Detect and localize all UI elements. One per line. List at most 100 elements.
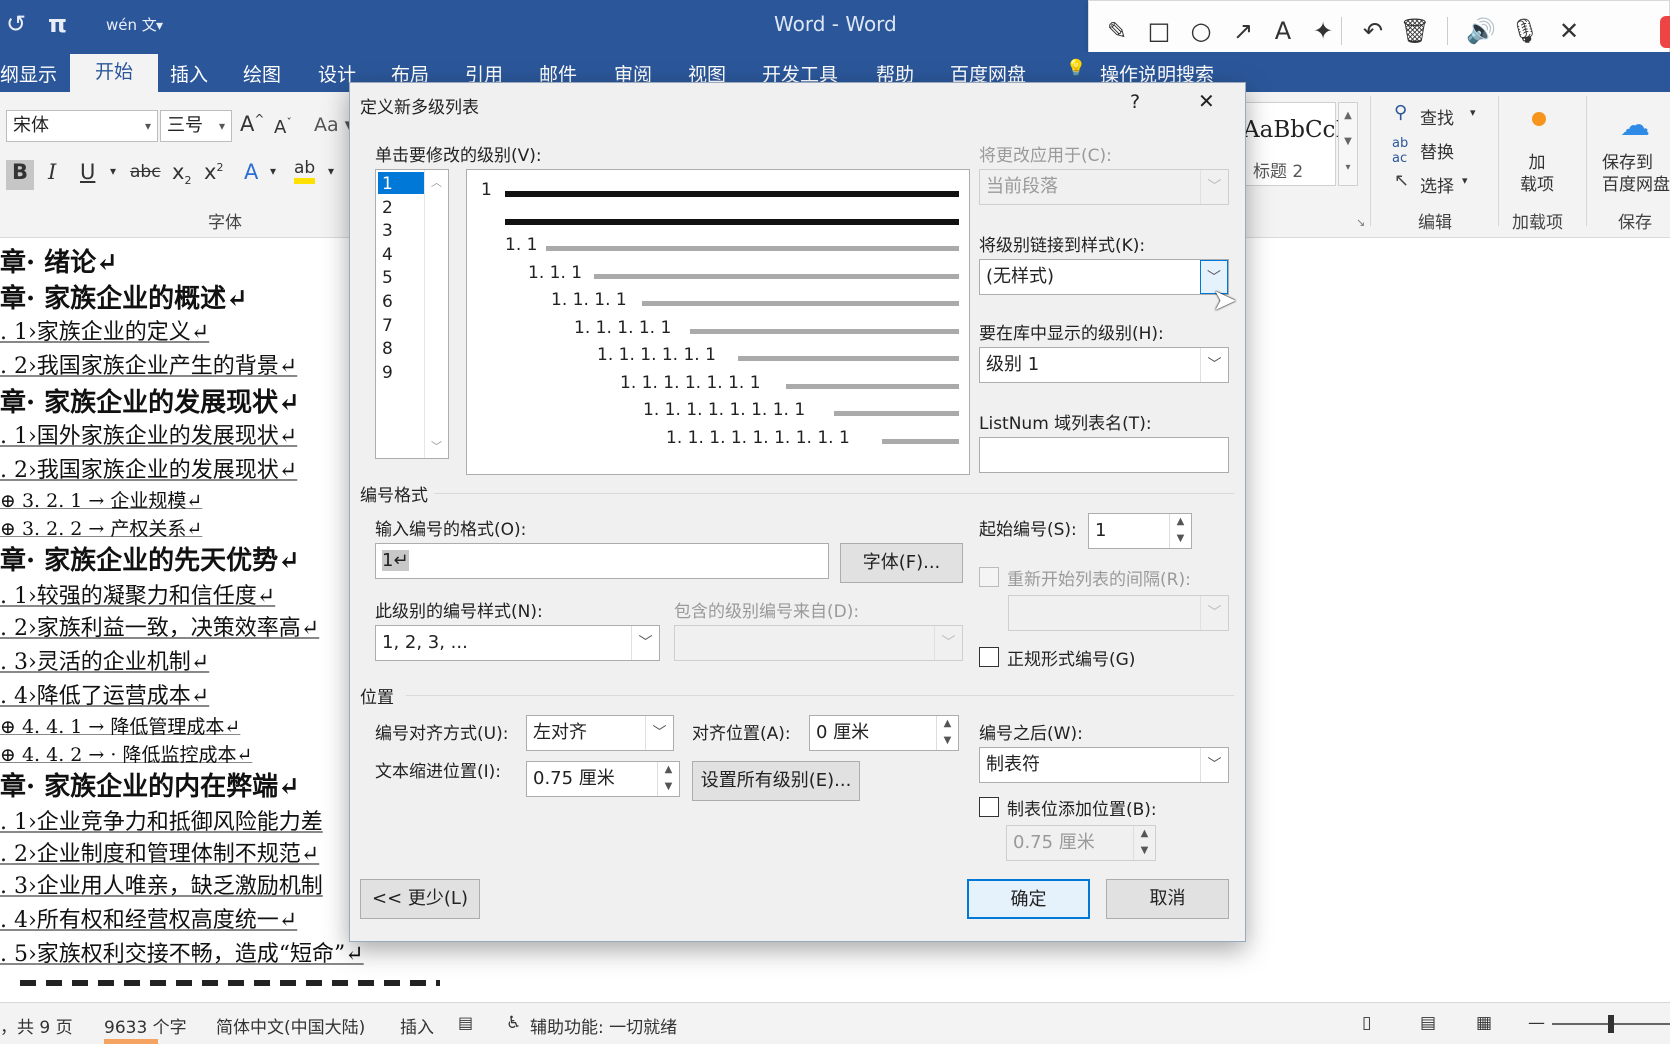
chapter-heading[interactable]: 章· 家族企业的发展现状↵	[0, 382, 300, 419]
page-count[interactable]: ，共 9 页	[0, 1013, 73, 1038]
section-heading[interactable]: . 2›企业制度和管理体制不规范↵	[0, 836, 319, 868]
level-item[interactable]: 2	[382, 198, 393, 218]
replace-icon[interactable]: ab ac	[1392, 136, 1408, 166]
spin-down-icon[interactable]: ▼	[937, 733, 958, 750]
zoom-slider-thumb[interactable]	[1608, 1015, 1614, 1033]
addins-button[interactable]: 加 载项	[1520, 152, 1554, 196]
listnum-input[interactable]	[979, 437, 1229, 473]
style-gallery-scroll[interactable]: ▲ ▼ ▾	[1338, 102, 1358, 186]
arrow-icon[interactable]: ↗	[1227, 15, 1259, 47]
accessibility-status[interactable]: 辅助功能: 一切就绪	[530, 1013, 677, 1038]
select-button[interactable]: 选择	[1420, 172, 1454, 197]
cancel-button[interactable]: 取消	[1106, 879, 1229, 919]
grow-font-icon[interactable]: A^	[240, 112, 264, 136]
lightbulb-icon[interactable]: 💡	[1066, 58, 1086, 77]
level-item[interactable]: 7	[382, 316, 393, 336]
undo-icon[interactable]: ↶	[1357, 15, 1389, 47]
chevron-down-icon[interactable]: ▾	[145, 111, 151, 141]
italic-icon[interactable]: I	[48, 160, 56, 184]
equation-icon[interactable]: π	[48, 10, 67, 38]
apply-to-dropdown[interactable]: 当前段落 ﹀	[979, 169, 1229, 205]
highlight-icon[interactable]: ab	[294, 158, 316, 184]
chevron-down-icon[interactable]: ﹀	[431, 438, 442, 454]
section-heading[interactable]: . 3›企业用人唯亲，缺乏激励机制	[0, 868, 323, 900]
shrink-font-icon[interactable]: Aˇ	[274, 116, 292, 138]
macro-icon[interactable]: ▤	[458, 1013, 473, 1032]
trash-icon[interactable]: 🗑	[1399, 15, 1431, 47]
tab-0[interactable]: 纲显示	[0, 60, 57, 87]
word-count[interactable]: 9633 个字	[104, 1013, 187, 1038]
start-at-spinner[interactable]: 1 ▲ ▼	[1088, 513, 1192, 549]
style-gallery-item[interactable]: AaBbCcI 标题 2	[1236, 102, 1345, 186]
level-item[interactable]: 8	[382, 339, 393, 359]
insert-mode[interactable]: 插入	[400, 1013, 434, 1038]
tab-stop-checkbox[interactable]	[979, 797, 999, 817]
spin-up-icon[interactable]: ▲	[1134, 826, 1155, 843]
number-style-dropdown[interactable]: 1, 2, 3, ... ﹀	[375, 625, 660, 661]
pencil-icon[interactable]: ✎	[1101, 15, 1133, 47]
restart-list-checkbox[interactable]	[979, 567, 999, 587]
section-heading[interactable]: . 1›企业竞争力和抵御风险能力差	[0, 804, 323, 836]
section-heading[interactable]: . 1›家族企业的定义↵	[0, 314, 209, 346]
help-button[interactable]: ?	[1130, 91, 1140, 113]
section-heading[interactable]: . 4›所有权和经营权高度统一↵	[0, 902, 297, 934]
spinner-buttons[interactable]: ▲ ▼	[936, 716, 958, 750]
follow-number-dropdown[interactable]: 制表符 ﹀	[979, 747, 1229, 783]
level-item[interactable]: 1	[382, 174, 393, 194]
chapter-heading[interactable]: 章· 家族企业的先天优势↵	[0, 540, 300, 577]
subsection-heading[interactable]: ⊕ 3. 2. 1 → 企业规模↵	[0, 486, 202, 513]
spin-up-icon[interactable]: ▲	[658, 762, 679, 779]
spinner-buttons[interactable]: ▲ ▼	[1133, 826, 1155, 860]
chevron-down-icon[interactable]: ▾	[270, 164, 276, 178]
undo-icon[interactable]: ↺	[6, 10, 26, 38]
chapter-heading[interactable]: 章· 家族企业的内在弊端↵	[0, 766, 300, 803]
subscript-icon[interactable]: x2	[172, 160, 191, 187]
read-mode-icon[interactable]: ▯	[1362, 1013, 1371, 1033]
level-item[interactable]: 6	[382, 292, 393, 312]
close-icon[interactable]: ✕	[1553, 15, 1585, 47]
chapter-heading[interactable]: 章· 家族企业的概述↵	[0, 278, 248, 315]
chevron-down-icon[interactable]: ▾	[1462, 174, 1468, 187]
font-name-box[interactable]: 宋体 ▾	[6, 110, 158, 142]
level-list[interactable]: ︿ ﹀ 1 2 3 4 5 6 7 8 9	[375, 169, 449, 459]
level-item[interactable]: 9	[382, 363, 393, 383]
section-heading[interactable]: . 1›国外家族企业的发展现状↵	[0, 418, 297, 450]
font-size-box[interactable]: 三号 ▾	[160, 110, 232, 142]
chevron-down-icon[interactable]: ▾	[110, 164, 116, 178]
magic-wand-icon[interactable]: ✦	[1307, 15, 1339, 47]
section-heading[interactable]: . 2›我国家族企业的发展现状↵	[0, 452, 297, 484]
phonetic-guide-icon[interactable]: wén 文	[106, 14, 157, 35]
replace-button[interactable]: 替换	[1420, 138, 1454, 163]
aligned-at-spinner[interactable]: 0 厘米 ▲ ▼	[809, 715, 959, 751]
set-all-levels-button[interactable]: 设置所有级别(E)...	[692, 761, 860, 801]
tab-2[interactable]: 插入	[170, 60, 208, 87]
less-button[interactable]: << 更少(L)	[360, 879, 480, 919]
text-icon[interactable]: A	[1267, 15, 1299, 47]
legal-numbering-checkbox[interactable]	[979, 647, 999, 667]
circle-icon[interactable]: ○	[1185, 15, 1217, 47]
text-effects-icon[interactable]: A	[244, 160, 258, 184]
chapter-heading[interactable]: 章· 绪论↵	[0, 242, 118, 279]
superscript-icon[interactable]: x2	[204, 160, 223, 184]
subsection-heading[interactable]: ⊕ 3. 2. 2 → 产权关系↵	[0, 514, 202, 541]
dialog-launcher-icon[interactable]: ↘	[1356, 216, 1365, 229]
spin-up-icon[interactable]: ▲	[937, 716, 958, 733]
tab-1[interactable]: 开始	[70, 54, 158, 92]
zoom-out-icon[interactable]: —	[1528, 1013, 1545, 1033]
subsection-heading[interactable]: ⊕ 4. 4. 2 → · 降低监控成本↵	[0, 740, 252, 767]
speaker-icon[interactable]: 🔊	[1465, 15, 1497, 47]
language-status[interactable]: 简体中文(中国大陆)	[216, 1013, 365, 1038]
section-heading[interactable]: . 1›较强的凝聚力和信任度↵	[0, 578, 275, 610]
tab-3[interactable]: 绘图	[243, 60, 281, 87]
include-level-dropdown[interactable]: ﹀	[674, 625, 963, 661]
section-heading[interactable]: . 4›降低了运营成本↵	[0, 678, 209, 710]
section-heading[interactable]: . 5›家族权利交接不畅，造成“短命”↵	[0, 936, 364, 968]
rectangle-icon[interactable]: □	[1143, 15, 1175, 47]
bold-icon[interactable]: B	[6, 160, 34, 190]
chevron-down-icon[interactable]: ▾	[328, 164, 334, 178]
ok-button[interactable]: 确定	[967, 879, 1090, 919]
level-item[interactable]: 4	[382, 245, 393, 265]
section-heading[interactable]: . 2›家族利益一致，决策效率高↵	[0, 610, 319, 642]
restart-list-dropdown[interactable]: ﹀	[1008, 595, 1229, 631]
chevron-up-icon[interactable]: ︿	[431, 174, 442, 190]
